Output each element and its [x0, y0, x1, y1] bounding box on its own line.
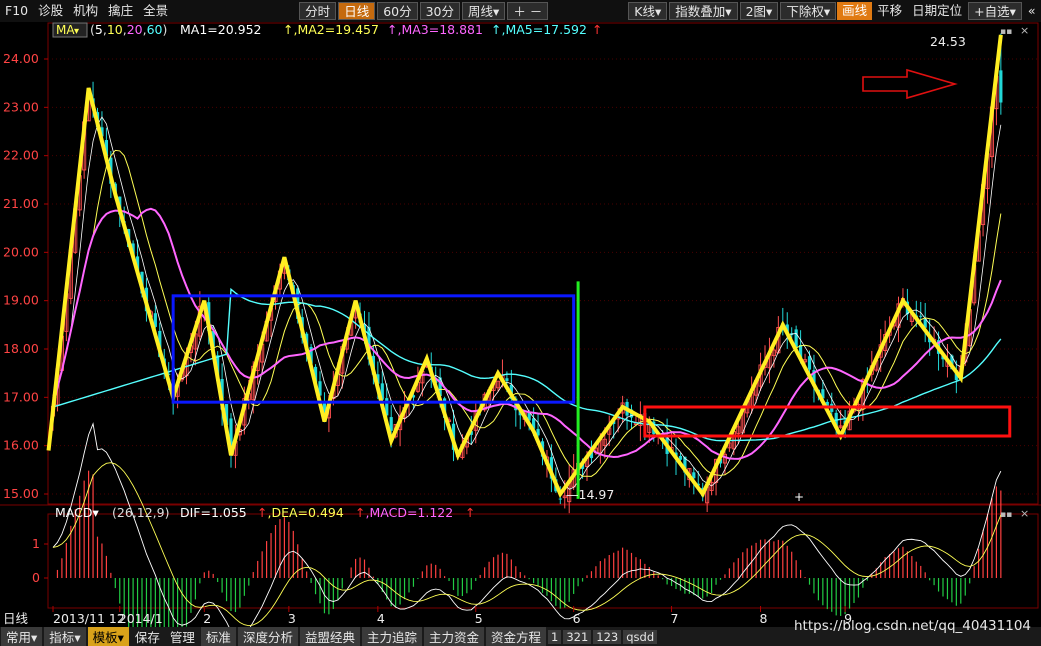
toolbar-item-institution[interactable]: 机构 — [68, 2, 103, 20]
tab-common[interactable]: 常用▾ — [1, 627, 43, 646]
template-emoney-classic[interactable]: 益盟经典 — [299, 627, 360, 646]
y-tick-label: 23.00 — [3, 99, 39, 114]
tab-intraday[interactable]: 分时 — [299, 2, 337, 20]
f10-button[interactable]: F10 — [0, 2, 33, 20]
x-tick-label: 2 — [203, 611, 211, 626]
tab-60min[interactable]: 60分 — [377, 2, 418, 20]
ex-rights-dropdown[interactable]: 下除权▾ — [780, 2, 837, 20]
x-tick-label: 6 — [573, 611, 581, 626]
chevron-down-icon: ▾ — [74, 26, 79, 37]
kline-dropdown[interactable]: K线▾ — [628, 2, 668, 20]
draw-line-button[interactable]: 画线 — [837, 2, 873, 20]
ma5-value: ↑,MA5=17.592 — [491, 22, 587, 37]
template-standard[interactable]: 标准 — [200, 627, 236, 646]
watermark: https://blog.csdn.net/qq_40431104 — [793, 618, 1031, 634]
ma-legend: MA ▾ (5,10,20,60) MA1=20.952 ↑,MA2=19.45… — [52, 22, 602, 38]
macd-trend-icon: ↑ — [465, 505, 475, 520]
x-tick-label: 5 — [475, 611, 483, 626]
template-main-funds[interactable]: 主力资金 — [423, 627, 484, 646]
toolbar-item-dealer[interactable]: 擒庄 — [103, 2, 138, 20]
index-overlay-dropdown[interactable]: 指数叠加▾ — [669, 2, 738, 20]
watchlist-button[interactable]: +自选▾ — [968, 2, 1022, 20]
macd-close-icon[interactable]: × — [1020, 507, 1029, 520]
x-tick-label: 2013/11 12 — [53, 611, 125, 626]
candle-body — [999, 70, 1003, 103]
candle-body — [807, 356, 812, 370]
y-tick-label: 22.00 — [3, 148, 39, 163]
panel-close-icon[interactable]: × — [1020, 24, 1029, 37]
candle-body — [919, 315, 923, 317]
macd-indicator-name: MACD▾ — [55, 505, 99, 520]
macd-y-tick-label: 0 — [32, 570, 40, 585]
low-price-label: —14.97 — [566, 487, 614, 502]
two-charts-dropdown[interactable]: 2图▾ — [739, 2, 779, 20]
x-tick-label: 3 — [288, 611, 296, 626]
candle-body — [505, 378, 509, 381]
zoom-buttons[interactable]: ＋ － — [507, 2, 549, 20]
collapse-icon[interactable]: « — [1023, 2, 1041, 20]
toolbar-item-diagnose[interactable]: 诊股 — [33, 2, 68, 20]
y-tick-label: 17.00 — [3, 389, 39, 404]
toolbar: F10 诊股 机构 擒庄 全景 分时 日线 60分 30分 周线▾ ＋ － K线… — [0, 0, 1041, 22]
macd-params: (26,12,9) — [112, 505, 169, 520]
x-tick-label: 8 — [760, 611, 768, 626]
y-tick-label: 21.00 — [3, 196, 39, 211]
macd-y-tick-label: 1 — [32, 536, 40, 551]
tab-indicator[interactable]: 指标▾ — [44, 627, 86, 646]
y-tick-label: 19.00 — [3, 293, 39, 308]
ma1-value: MA1=20.952 — [180, 22, 262, 37]
x-tick-label: 4 — [377, 611, 385, 626]
y-tick-label: 18.00 — [3, 341, 39, 356]
panel-menu-icon[interactable]: ▪▪ — [1000, 27, 1012, 37]
pan-button[interactable]: 平移 — [872, 2, 907, 20]
template-main-tracking[interactable]: 主力追踪 — [361, 627, 422, 646]
template-321[interactable]: 321 — [563, 629, 592, 644]
y-tick-label: 15.00 — [3, 486, 39, 501]
y-tick-label: 16.00 — [3, 438, 39, 453]
stock-chart[interactable]: 24.00 23.00 22.00 21.00 20.00 19.00 18.00 17.00… — [0, 22, 1041, 627]
toolbar-item-panorama[interactable]: 全景 — [138, 2, 173, 20]
tab-weekly[interactable]: 周线▾ — [462, 2, 506, 20]
tab-daily[interactable]: 日线 — [338, 2, 376, 20]
ma5-trend-icon: ↑ — [592, 22, 602, 37]
manage-button[interactable]: 管理 — [165, 627, 200, 646]
high-price-label: 24.53 — [930, 34, 966, 49]
x-tick-label: 7 — [671, 611, 679, 626]
date-locate-button[interactable]: 日期定位 — [907, 2, 967, 20]
macd-value: ↑,MACD=1.122 — [355, 505, 453, 520]
save-button[interactable]: 保存 — [130, 627, 165, 646]
x-tick-label: 2014/1 — [119, 611, 163, 626]
candle-body — [558, 498, 562, 500]
macd-legend: MACD▾ (26,12,9) DIF=1.055 ↑,DEA=0.494 ↑,… — [55, 505, 475, 520]
period-label: 日线 — [3, 611, 29, 626]
dea-value: ↑,DEA=0.494 — [257, 505, 344, 520]
dif-value: DIF=1.055 — [180, 505, 247, 520]
tab-30min[interactable]: 30分 — [419, 2, 461, 20]
y-tick-label: 20.00 — [3, 244, 39, 259]
ma2-value: ↑,MA2=19.457 — [283, 22, 379, 37]
template-qsdd[interactable]: qsdd — [623, 629, 658, 644]
template-fund-equation[interactable]: 资金方程 — [486, 627, 547, 646]
cursor-cross-icon: + — [794, 490, 804, 504]
macd-menu-icon[interactable]: ▪▪ — [1000, 510, 1012, 520]
chevron-down-icon: ▾ — [493, 4, 500, 19]
template-1[interactable]: 1 — [548, 629, 562, 644]
template-deep-analysis[interactable]: 深度分析 — [237, 627, 298, 646]
ma-indicator-name: MA — [56, 23, 75, 37]
tab-weekly-label: 周线 — [468, 4, 494, 19]
template-123[interactable]: 123 — [593, 629, 622, 644]
ma-params: (5,10,20,60) — [90, 22, 167, 37]
y-tick-label: 24.00 — [3, 51, 39, 66]
tab-template[interactable]: 模板▾ — [87, 627, 129, 646]
ma3-value: ↑,MA3=18.881 — [387, 22, 483, 37]
